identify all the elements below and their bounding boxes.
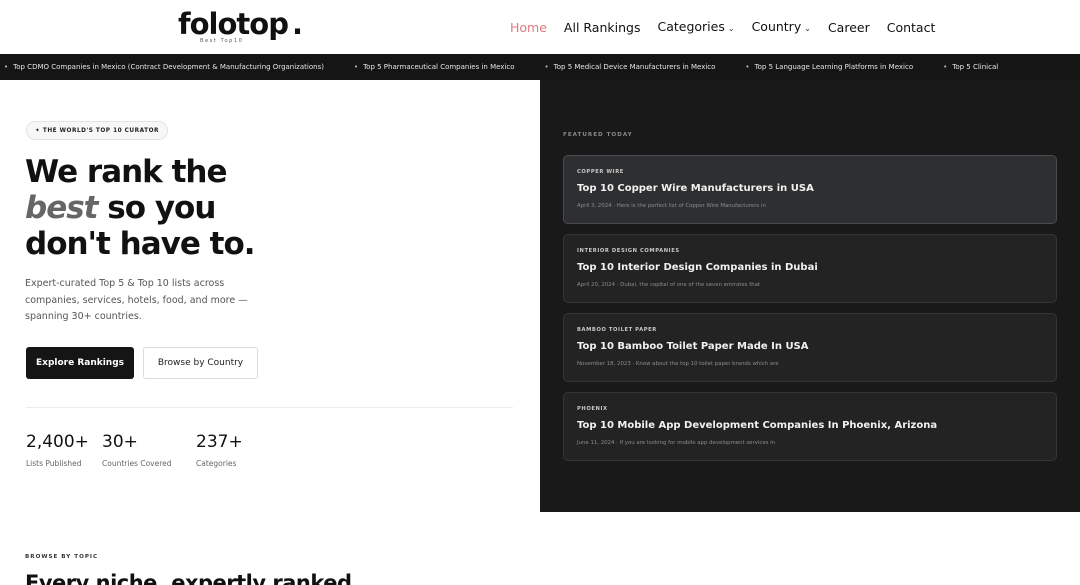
explore-rankings-button[interactable]: Explore Rankings [26, 347, 134, 379]
stat-lists: 2,400+ Lists Published [26, 432, 89, 468]
main-nav: Home All Rankings Categories ⌄ Country ⌄ C… [510, 18, 952, 38]
stat-countries: 30+ Countries Covered [102, 432, 172, 468]
nav-contact-label: Contact [886, 20, 936, 35]
curator-badge-text: ✦ THE WORLD'S TOP 10 CURATOR [35, 127, 159, 134]
nav-all-rankings-label: All Rankings [563, 20, 641, 35]
featured-panel: FEATURED TODAY COPPER WIRE Top 10 Copper… [540, 80, 1080, 512]
card-title: Top 10 Copper Wire Manufacturers in USA [577, 183, 814, 194]
card-category: INTERIOR DESIGN COMPANIES [577, 248, 680, 254]
card-meta: April 20, 2024 · Dubai, the capital of o… [577, 282, 761, 288]
featured-card[interactable]: PHOENIX Top 10 Mobile App Development Co… [563, 392, 1057, 461]
nav-contact[interactable]: Contact [887, 19, 936, 37]
stat-value: 2,400+ [26, 432, 89, 452]
nav-career[interactable]: Career [828, 19, 870, 37]
curator-badge: ✦ THE WORLD'S TOP 10 CURATOR [26, 121, 168, 140]
stat-label: Countries Covered [102, 459, 172, 468]
nav-all-rankings[interactable]: All Rankings [564, 19, 641, 37]
hero-description: Expert-curated Top 5 & Top 10 lists acro… [25, 278, 248, 322]
ticker-item[interactable]: Top 5 Pharmaceutical Companies in Mexico [354, 63, 514, 71]
nav-country[interactable]: Country ⌄ [752, 18, 811, 38]
ticker-item[interactable]: Top 5 Clinical [943, 63, 998, 71]
logo-dot: . [291, 7, 303, 41]
ticker-item[interactable]: Top CDMO Companies in Mexico (Contract D… [4, 63, 324, 71]
nav-categories-label: Categories [657, 19, 725, 34]
stat-label: Categories [196, 459, 237, 468]
chevron-down-icon: ⌄ [727, 24, 735, 33]
hero-divider [26, 407, 513, 408]
site-header: folotop. Best Top10 Home All Rankings Ca… [0, 0, 1080, 54]
browse-title: Every niche, expertly ranked. [25, 571, 360, 585]
stat-value: 237+ [196, 432, 243, 452]
featured-card[interactable]: COPPER WIRE Top 10 Copper Wire Manufactu… [563, 155, 1057, 224]
card-category: PHOENIX [577, 406, 608, 412]
nav-country-label: Country [751, 19, 802, 34]
hero-title: We rank the best so you don't have to. [25, 154, 325, 262]
nav-home[interactable]: Home [510, 19, 547, 37]
browse-by-country-button[interactable]: Browse by Country [143, 347, 258, 379]
card-category: BAMBOO TOILET PAPER [577, 327, 657, 333]
nav-career-label: Career [827, 20, 870, 35]
site-logo[interactable]: folotop. Best Top10 [178, 7, 303, 44]
ticker-item[interactable]: Top 5 Medical Device Manufacturers in Me… [545, 63, 716, 71]
nav-home-label: Home [510, 20, 547, 35]
card-title: Top 10 Bamboo Toilet Paper Made In USA [577, 341, 809, 352]
card-title: Top 10 Interior Design Companies in Duba… [577, 262, 818, 273]
logo-tagline: Best Top10 [200, 38, 244, 44]
card-meta: June 11, 2024 · If you are looking for m… [577, 440, 776, 446]
ticker-track: Top CDMO Companies in Mexico (Contract D… [4, 54, 1028, 80]
chevron-down-icon: ⌄ [804, 24, 811, 33]
card-category: COPPER WIRE [577, 169, 624, 175]
nav-categories[interactable]: Categories ⌄ [657, 18, 734, 38]
featured-card[interactable]: INTERIOR DESIGN COMPANIES Top 10 Interio… [563, 234, 1057, 303]
stat-value: 30+ [102, 432, 138, 452]
stat-categories: 237+ Categories [196, 432, 243, 468]
ticker-item[interactable]: Top 5 Language Learning Platforms in Mex… [745, 63, 914, 71]
stat-label: Lists Published [26, 459, 82, 468]
featured-label: FEATURED TODAY [563, 132, 633, 138]
card-meta: April 3, 2024 · Here is the perfect list… [577, 203, 766, 209]
logo-text: folotop [178, 7, 289, 41]
hero-title-emphasis: best [25, 190, 98, 226]
news-ticker: Top CDMO Companies in Mexico (Contract D… [0, 54, 1080, 80]
hero-title-line3: don't have to. [25, 226, 256, 262]
card-meta: November 18, 2023 · Know about the top 1… [577, 361, 779, 367]
hero-title-line1: We rank the [25, 154, 228, 190]
browse-kicker: BROWSE BY TOPIC [25, 554, 99, 560]
featured-card[interactable]: BAMBOO TOILET PAPER Top 10 Bamboo Toilet… [563, 313, 1057, 382]
hero-title-line2: so you [97, 190, 216, 226]
card-title: Top 10 Mobile App Development Companies … [577, 420, 938, 431]
